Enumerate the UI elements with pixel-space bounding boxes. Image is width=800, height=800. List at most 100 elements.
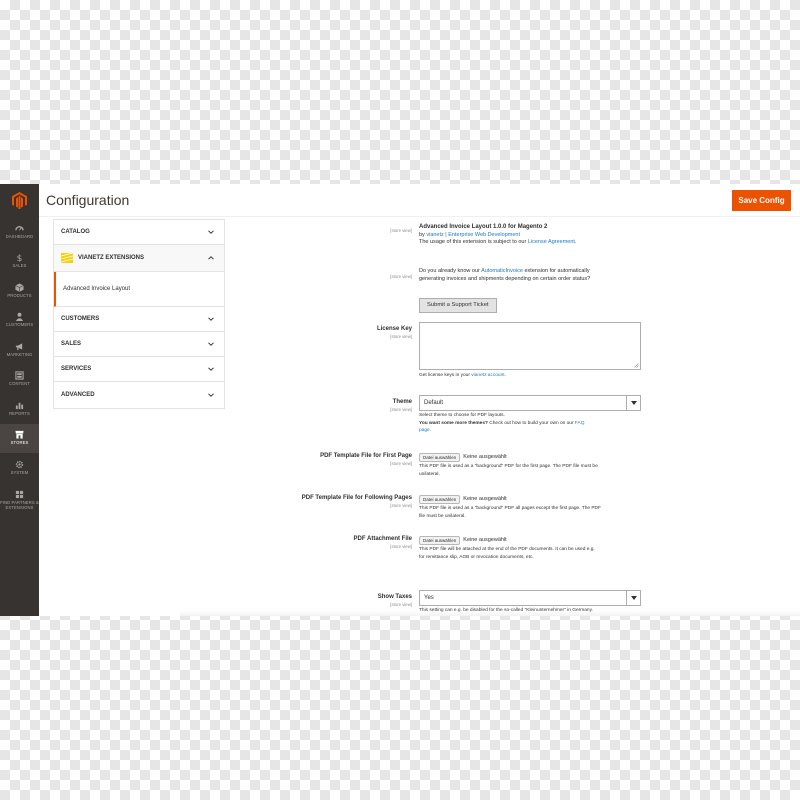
tab-advanced-label: ADVANCED bbox=[61, 391, 95, 398]
menu-system[interactable]: SYSTEM bbox=[0, 453, 39, 483]
vendor-link[interactable]: vianetz | Enterprise Web Development bbox=[426, 232, 520, 238]
menu-marketing-label: MARKETING bbox=[6, 351, 33, 357]
menu-products[interactable]: PRODUCTS bbox=[0, 276, 39, 306]
magento-logo[interactable] bbox=[0, 184, 39, 217]
tab-catalog[interactable]: CATALOG bbox=[54, 220, 224, 245]
tab-customers-label: CUSTOMERS bbox=[61, 316, 100, 322]
chevron-down-icon bbox=[208, 392, 214, 397]
license-key-textarea[interactable] bbox=[419, 322, 641, 370]
chevron-down-icon bbox=[208, 230, 214, 234]
menu-marketing[interactable]: MARKETING bbox=[0, 335, 39, 365]
chevron-down-icon bbox=[208, 342, 214, 346]
dollar-icon: $ bbox=[17, 255, 23, 263]
menu-products-label: PRODUCTS bbox=[7, 292, 32, 298]
automatic-text-a: Do you already know our bbox=[419, 268, 482, 274]
pdf-first-page-note-1: This PDF file is used as a "background" … bbox=[419, 464, 598, 469]
pdf-attachment-note-1: This PDF file will be attached at the en… bbox=[419, 547, 595, 552]
license-note-suffix: . bbox=[504, 373, 506, 378]
pdf-attachment-choose-button[interactable]: Datei auswählen bbox=[419, 535, 461, 545]
tab-customers[interactable]: CUSTOMERS bbox=[54, 307, 224, 332]
vianetz-account-link[interactable]: vianetz account bbox=[471, 373, 504, 378]
tab-catalog-label: CATALOG bbox=[61, 229, 90, 235]
pdf-following-pages-choose-button[interactable]: Datei auswählen bbox=[419, 494, 461, 504]
pdf-following-pages-note-2: file must be unilateral. bbox=[419, 513, 466, 519]
save-config-button[interactable]: Save Config bbox=[732, 190, 791, 211]
theme-note-suffix: . bbox=[429, 428, 432, 433]
scope-label: [store view] bbox=[390, 274, 412, 279]
config-tabs: CATALOG VIANETZ EXTENSIONS Advanced Invo… bbox=[53, 219, 225, 409]
usage-suffix: . bbox=[574, 239, 577, 245]
scope-label: [store view] bbox=[390, 407, 412, 412]
pdf-following-pages-label: PDF Template File for Following Pages bbox=[301, 495, 412, 501]
menu-dashboard[interactable]: DASHBOARD bbox=[0, 217, 39, 247]
theme-select-value: Default bbox=[424, 400, 444, 406]
chevron-down-icon bbox=[208, 367, 214, 371]
pdf-attachment-label: PDF Attachment File bbox=[353, 536, 412, 542]
page-header: Configuration Save Config bbox=[39, 184, 800, 217]
menu-stores-label: STORES bbox=[10, 440, 29, 446]
menu-content[interactable]: CONTENT bbox=[0, 365, 39, 395]
menu-system-label: SYSTEM bbox=[10, 469, 29, 475]
tab-services-label: SERVICES bbox=[61, 366, 92, 372]
extension-title: Advanced Invoice Layout 1.0.0 for Magent… bbox=[419, 224, 548, 230]
content-icon bbox=[15, 371, 24, 381]
admin-menu: DASHBOARD $ SALES PRODUCTS CUSTOMERS MAR… bbox=[0, 184, 39, 616]
submit-support-ticket-button[interactable]: Submit a Support Ticket bbox=[419, 297, 497, 313]
pdf-following-pages-note-1: This PDF file is used as a "background" … bbox=[419, 506, 601, 511]
automatic-text-b: extension for automatically bbox=[522, 268, 590, 274]
license-key-label: License Key bbox=[376, 326, 412, 332]
menu-customers-label: CUSTOMERS bbox=[5, 322, 34, 328]
menu-content-label: CONTENT bbox=[9, 381, 30, 387]
menu-reports-label: REPORTS bbox=[9, 410, 30, 416]
customers-icon bbox=[15, 313, 24, 322]
tab-advanced[interactable]: ADVANCED bbox=[54, 382, 224, 407]
menu-find-partners[interactable]: FIND PARTNERS & EXTENSIONS bbox=[0, 483, 39, 519]
show-taxes-label: Show Taxes bbox=[377, 594, 412, 600]
caret-down-icon bbox=[626, 591, 640, 605]
tab-services[interactable]: SERVICES bbox=[54, 357, 224, 382]
tab-vianetz-label: VIANETZ EXTENSIONS bbox=[78, 255, 145, 261]
license-agreement-link[interactable]: License Agreement bbox=[528, 239, 575, 245]
faq-page-link[interactable]: page bbox=[419, 428, 430, 433]
pdf-attachment-file-status: Keine ausgewählt bbox=[463, 537, 507, 543]
theme-note-1: Select theme to choose for PDF layouts. bbox=[419, 413, 505, 418]
menu-sales-label: SALES bbox=[12, 263, 27, 269]
cube-icon bbox=[15, 283, 24, 292]
dashboard-icon bbox=[15, 225, 24, 231]
menu-stores[interactable]: STORES bbox=[0, 423, 39, 453]
menu-customers[interactable]: CUSTOMERS bbox=[0, 306, 39, 336]
tab-advanced-invoice-layout[interactable]: Advanced Invoice Layout bbox=[54, 272, 224, 307]
usage-text: The usage of this extension is subject t… bbox=[419, 239, 528, 245]
page-title: Configuration bbox=[46, 192, 130, 208]
tab-sales[interactable]: SALES bbox=[54, 332, 224, 357]
chevron-up-icon bbox=[208, 256, 214, 260]
automatic-text-line2: generating invoices and shipments depend… bbox=[419, 275, 591, 282]
bar-chart-icon bbox=[15, 402, 24, 410]
scope-label: [store view] bbox=[390, 461, 412, 466]
pdf-first-page-choose-button[interactable]: Datei auswählen bbox=[419, 452, 461, 462]
menu-dashboard-label: DASHBOARD bbox=[5, 233, 34, 239]
menu-sales[interactable]: $ SALES bbox=[0, 247, 39, 277]
store-icon bbox=[15, 431, 24, 440]
scope-label: [store view] bbox=[390, 602, 412, 607]
faq-link[interactable]: FAQ bbox=[575, 421, 585, 426]
tab-advanced-invoice-layout-label: Advanced Invoice Layout bbox=[63, 286, 131, 292]
automatic-invoice-link[interactable]: AutomaticInvoice bbox=[481, 268, 523, 274]
menu-reports[interactable]: REPORTS bbox=[0, 394, 39, 424]
tab-sales-label: SALES bbox=[61, 341, 82, 347]
scope-label: [store view] bbox=[390, 228, 412, 233]
pdf-following-pages-file-status: Keine ausgewählt bbox=[463, 496, 507, 502]
show-taxes-select[interactable]: Yes bbox=[419, 590, 641, 606]
chevron-down-icon bbox=[208, 317, 214, 321]
svg-text:$: $ bbox=[17, 255, 23, 263]
scope-label: [store view] bbox=[390, 544, 412, 549]
admin-screen: DASHBOARD $ SALES PRODUCTS CUSTOMERS MAR… bbox=[0, 184, 800, 616]
partners-icon bbox=[15, 491, 24, 499]
gear-icon bbox=[15, 460, 24, 469]
tab-vianetz-extensions[interactable]: VIANETZ EXTENSIONS bbox=[54, 245, 224, 272]
bottom-fade bbox=[180, 610, 800, 616]
theme-select[interactable]: Default bbox=[419, 395, 641, 411]
theme-note-text: Check out how to build your own on our bbox=[487, 420, 575, 426]
resize-grip-icon[interactable] bbox=[634, 363, 639, 368]
pdf-first-page-note-2: unilateral. bbox=[419, 471, 440, 477]
